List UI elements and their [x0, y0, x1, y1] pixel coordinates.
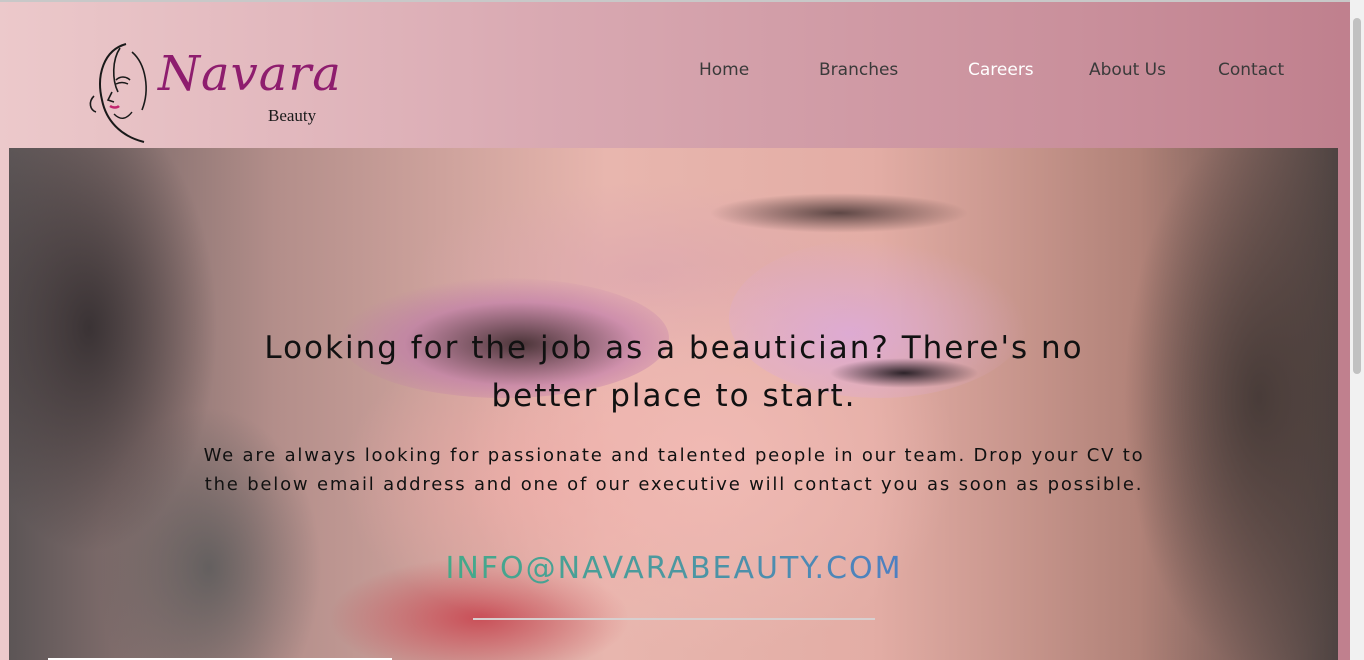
nav-item-home[interactable]: Home	[699, 60, 749, 80]
brand-subtitle: Beauty	[268, 106, 317, 125]
hero-background-brow	[709, 193, 969, 233]
site-header: Navara Beauty Home Branches Careers Abou…	[0, 2, 1350, 148]
main-nav: Home Branches Careers About Us Contact	[0, 60, 1350, 90]
hero-divider	[473, 618, 875, 620]
careers-page: Navara Beauty Home Branches Careers Abou…	[0, 0, 1364, 660]
brand-logo[interactable]: Navara Beauty	[86, 40, 346, 146]
scrollbar-thumb[interactable]	[1353, 18, 1361, 374]
hero-title: Looking for the job as a beautician? The…	[264, 330, 1084, 414]
nav-item-about-us[interactable]: About Us	[1089, 60, 1166, 80]
nav-item-contact[interactable]: Contact	[1218, 60, 1284, 80]
hero-description: We are always looking for passionate and…	[203, 445, 1145, 495]
vertical-scrollbar[interactable]	[1350, 0, 1364, 660]
woman-face-line-art-icon	[89, 43, 147, 143]
nav-item-branches[interactable]: Branches	[819, 60, 898, 80]
hero-section: Looking for the job as a beautician? The…	[9, 148, 1338, 660]
nav-item-careers[interactable]: Careers	[968, 60, 1034, 80]
contact-email-link[interactable]: INFO@NAVARABEAUTY.COM	[299, 551, 1049, 586]
